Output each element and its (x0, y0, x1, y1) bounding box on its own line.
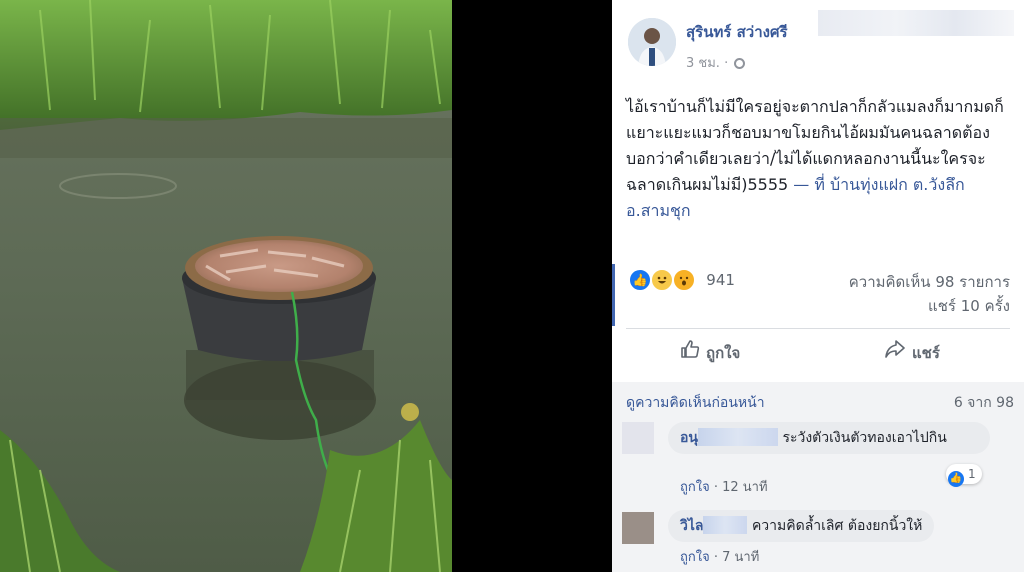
comment-like-link[interactable]: ถูกใจ (680, 550, 710, 565)
redacted-name-block (818, 10, 1014, 36)
haha-reaction-icon (650, 268, 675, 292)
view-previous-comments-link[interactable]: ดูความคิดเห็นก่อนหน้า (626, 392, 765, 414)
comment-text: ความคิดล้ำเลิศ ต้องยกนิ้วให้ (751, 518, 923, 534)
reaction-count: 941 (706, 271, 735, 289)
share-count[interactable]: แชร์ 10 ครั้ง (928, 294, 1010, 318)
focus-accent-bar (612, 264, 615, 326)
comment-count[interactable]: ความคิดเห็น 98 รายการ (849, 270, 1010, 294)
post-panel: สุรินทร์ สว่างศรี 3 ชม. · ไอ้เราบ้านก็ไม… (612, 0, 1024, 572)
comment-meta: ถูกใจ · 12 นาที (680, 476, 768, 497)
comment-bubble: วิไล ความคิดล้ำเลิศ ต้องยกนิ้วให้ (668, 510, 935, 542)
post-photo[interactable] (0, 0, 452, 572)
location-prefix: — ที่ (788, 175, 831, 194)
comment-bubble: อนุ ระวังตัวเงินตัวทองเอาไปกิน (668, 422, 990, 454)
comment-reaction-badge[interactable]: 👍 1 (946, 464, 982, 487)
meta-separator: · (724, 56, 733, 71)
redacted-name-block (703, 516, 748, 534)
globe-icon[interactable] (734, 58, 746, 69)
comment-time[interactable]: 7 นาที (722, 550, 759, 565)
post-text: ไอ้เราบ้านก็ไม่มีใครอยู่จะตากปลาก็กลัวแม… (626, 94, 1012, 224)
post-time[interactable]: 3 ชม. (686, 56, 720, 71)
commenter-avatar[interactable] (622, 512, 654, 544)
actions-divider-top (626, 328, 1010, 329)
avatar-picture (628, 18, 676, 66)
like-button-label: ถูกใจ (706, 344, 741, 362)
thumbs-up-icon (680, 339, 700, 369)
comment-like-link[interactable]: ถูกใจ (680, 480, 710, 495)
comments-page-count: 6 จาก 98 (953, 395, 1014, 411)
commenter-name[interactable]: อนุ (680, 430, 698, 446)
reaction-summary[interactable]: 👍 941 (628, 268, 735, 292)
post-meta: 3 ชม. · (686, 52, 746, 73)
share-button-label: แชร์ (912, 344, 940, 362)
meta-separator: · (713, 550, 723, 565)
like-button[interactable]: ถูกใจ (680, 338, 740, 368)
commenter-avatar[interactable] (622, 422, 654, 454)
share-arrow-icon (884, 339, 906, 369)
meta-separator: · (713, 480, 723, 495)
comment-time[interactable]: 12 นาที (722, 480, 767, 495)
author-avatar[interactable] (628, 18, 676, 66)
redacted-name-block (697, 428, 778, 446)
comment-text: ระวังตัวเงินตัวทองเอาไปกิน (782, 430, 947, 446)
like-reaction-icon: 👍 (948, 471, 964, 487)
commenter-name[interactable]: วิไล (680, 518, 703, 534)
photo-pond-fish-basin (0, 0, 452, 572)
author-name[interactable]: สุรินทร์ สว่างศรี (686, 20, 788, 44)
comments-section: ดูความคิดเห็นก่อนหน้า 6 จาก 98 อนุ ระวัง… (612, 382, 1024, 572)
comment-reaction-count: 1 (968, 467, 976, 481)
wow-reaction-icon (672, 268, 697, 292)
share-button[interactable]: แชร์ (884, 338, 940, 368)
comment-meta: ถูกใจ · 7 นาที (680, 546, 759, 567)
like-reaction-icon: 👍 (628, 268, 652, 292)
